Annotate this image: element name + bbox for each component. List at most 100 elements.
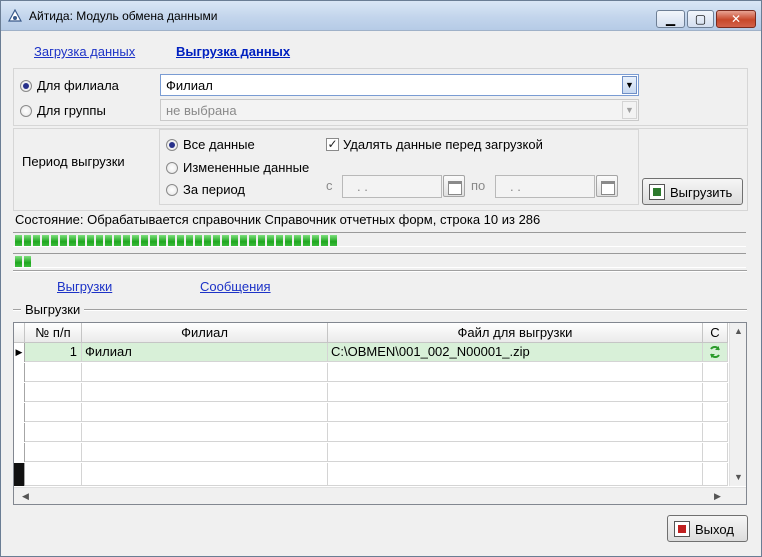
date-to-field[interactable]: . .: [495, 175, 595, 198]
main-progress-bar: [13, 232, 746, 247]
column-header-status[interactable]: С: [703, 323, 728, 343]
chevron-down-icon[interactable]: ▼: [622, 101, 637, 119]
table-row[interactable]: [14, 423, 728, 442]
cell-status: [703, 423, 728, 442]
exit-button[interactable]: Выход: [667, 515, 748, 542]
group-select[interactable]: не выбрана ▼: [160, 99, 639, 121]
progress-segment: [33, 235, 40, 246]
progress-segment: [150, 235, 157, 246]
cell-num: [25, 363, 82, 382]
progress-segment: [177, 235, 184, 246]
radio-branch[interactable]: [20, 80, 32, 92]
progress-segment: [141, 235, 148, 246]
exit-button-label: Выход: [695, 522, 734, 537]
table-row[interactable]: [14, 463, 728, 486]
status-text: Состояние: Обрабатывается справочник Спр…: [15, 212, 541, 227]
radio-all-data-label: Все данные: [183, 137, 255, 152]
export-button[interactable]: Выгрузить: [642, 178, 743, 205]
date-to-label: по: [471, 178, 486, 193]
progress-segment: [294, 235, 301, 246]
group-divider: [13, 309, 747, 311]
column-header-num[interactable]: № п/п: [25, 323, 82, 343]
row-indicator: [14, 363, 25, 382]
maximize-icon: ▢: [694, 12, 707, 26]
table-row[interactable]: ▶ 1 Филиал C:\OBMEN\001_002_N00001_.zip: [14, 343, 728, 362]
progress-segment: [42, 235, 49, 246]
cell-status: [703, 443, 728, 462]
progress-segment: [222, 235, 229, 246]
progress-segment: [105, 235, 112, 246]
minimize-icon: ▁: [665, 12, 676, 26]
progress-segment: [213, 235, 220, 246]
branch-select-value: Филиал: [166, 78, 213, 93]
minimize-button[interactable]: ▁: [656, 10, 685, 28]
scroll-left-icon[interactable]: ◀: [22, 491, 29, 502]
radio-for-period[interactable]: [166, 184, 178, 196]
maximize-button[interactable]: ▢: [687, 10, 714, 28]
tab-exports[interactable]: Выгрузки: [57, 279, 112, 294]
period-label: Период выгрузки: [22, 154, 125, 169]
progress-segment: [24, 256, 31, 267]
progress-segment: [195, 235, 202, 246]
refresh-icon: [710, 346, 720, 358]
date-to-value: . .: [510, 179, 521, 194]
branch-select[interactable]: Филиал ▼: [160, 74, 639, 96]
progress-segment: [15, 256, 22, 267]
scroll-right-icon[interactable]: ▶: [714, 491, 721, 502]
calendar-icon[interactable]: [443, 175, 465, 197]
progress-segment: [276, 235, 283, 246]
horizontal-scrollbar[interactable]: ◀ ▶: [14, 487, 746, 504]
progress-segment: [78, 235, 85, 246]
cell-file: C:\OBMEN\001_002_N00001_.zip: [328, 343, 703, 362]
radio-group-label: Для группы: [37, 103, 106, 118]
chevron-down-icon[interactable]: ▼: [622, 76, 637, 94]
radio-for-period-label: За период: [183, 182, 245, 197]
scroll-up-icon[interactable]: ▲: [734, 326, 743, 336]
progress-segment: [321, 235, 328, 246]
cell-file: [328, 403, 703, 422]
progress-segment: [249, 235, 256, 246]
progress-segment: [24, 235, 31, 246]
cell-num: [25, 463, 82, 486]
close-button[interactable]: ✕: [716, 10, 756, 28]
progress-segment: [312, 235, 319, 246]
exports-table[interactable]: № п/п Филиал Файл для выгрузки С ▶ 1 Фил…: [13, 322, 747, 505]
close-icon: ✕: [730, 12, 742, 26]
column-header-file[interactable]: Файл для выгрузки: [328, 323, 703, 343]
delete-before-load-label: Удалять данные перед загрузкой: [343, 137, 543, 152]
export-icon: [649, 184, 665, 200]
group-select-value: не выбрана: [166, 103, 237, 118]
cell-status: [703, 343, 728, 362]
table-row[interactable]: [14, 443, 728, 462]
tab-export-data[interactable]: Выгрузка данных: [176, 44, 290, 59]
progress-segment: [15, 235, 22, 246]
main-progress-fill: [15, 235, 337, 246]
row-indicator: [14, 383, 25, 402]
tab-import-data[interactable]: Загрузка данных: [34, 44, 135, 59]
table-row[interactable]: [14, 383, 728, 402]
column-header-branch[interactable]: Филиал: [82, 323, 328, 343]
table-row[interactable]: [14, 363, 728, 382]
cell-file: [328, 463, 703, 486]
sub-progress-fill: [15, 256, 31, 267]
row-indicator: [14, 423, 25, 442]
calendar-icon[interactable]: [596, 175, 618, 197]
date-from-label: с: [326, 178, 333, 193]
date-from-field[interactable]: . .: [342, 175, 442, 198]
tab-messages[interactable]: Сообщения: [200, 279, 271, 294]
progress-segment: [303, 235, 310, 246]
vertical-scrollbar[interactable]: ▲ ▼: [729, 323, 746, 486]
radio-changed-data[interactable]: [166, 162, 178, 174]
radio-group[interactable]: [20, 105, 32, 117]
radio-branch-label: Для филиала: [37, 78, 119, 93]
row-indicator: [14, 443, 25, 462]
radio-all-data[interactable]: [166, 139, 178, 151]
progress-segment: [51, 235, 58, 246]
delete-before-load-checkbox[interactable]: ✓: [326, 138, 339, 151]
row-indicator: [14, 463, 25, 486]
table-row[interactable]: [14, 403, 728, 422]
cell-status: [703, 363, 728, 382]
progress-segment: [186, 235, 193, 246]
cell-branch: [82, 423, 328, 442]
scroll-down-icon[interactable]: ▼: [734, 472, 743, 482]
